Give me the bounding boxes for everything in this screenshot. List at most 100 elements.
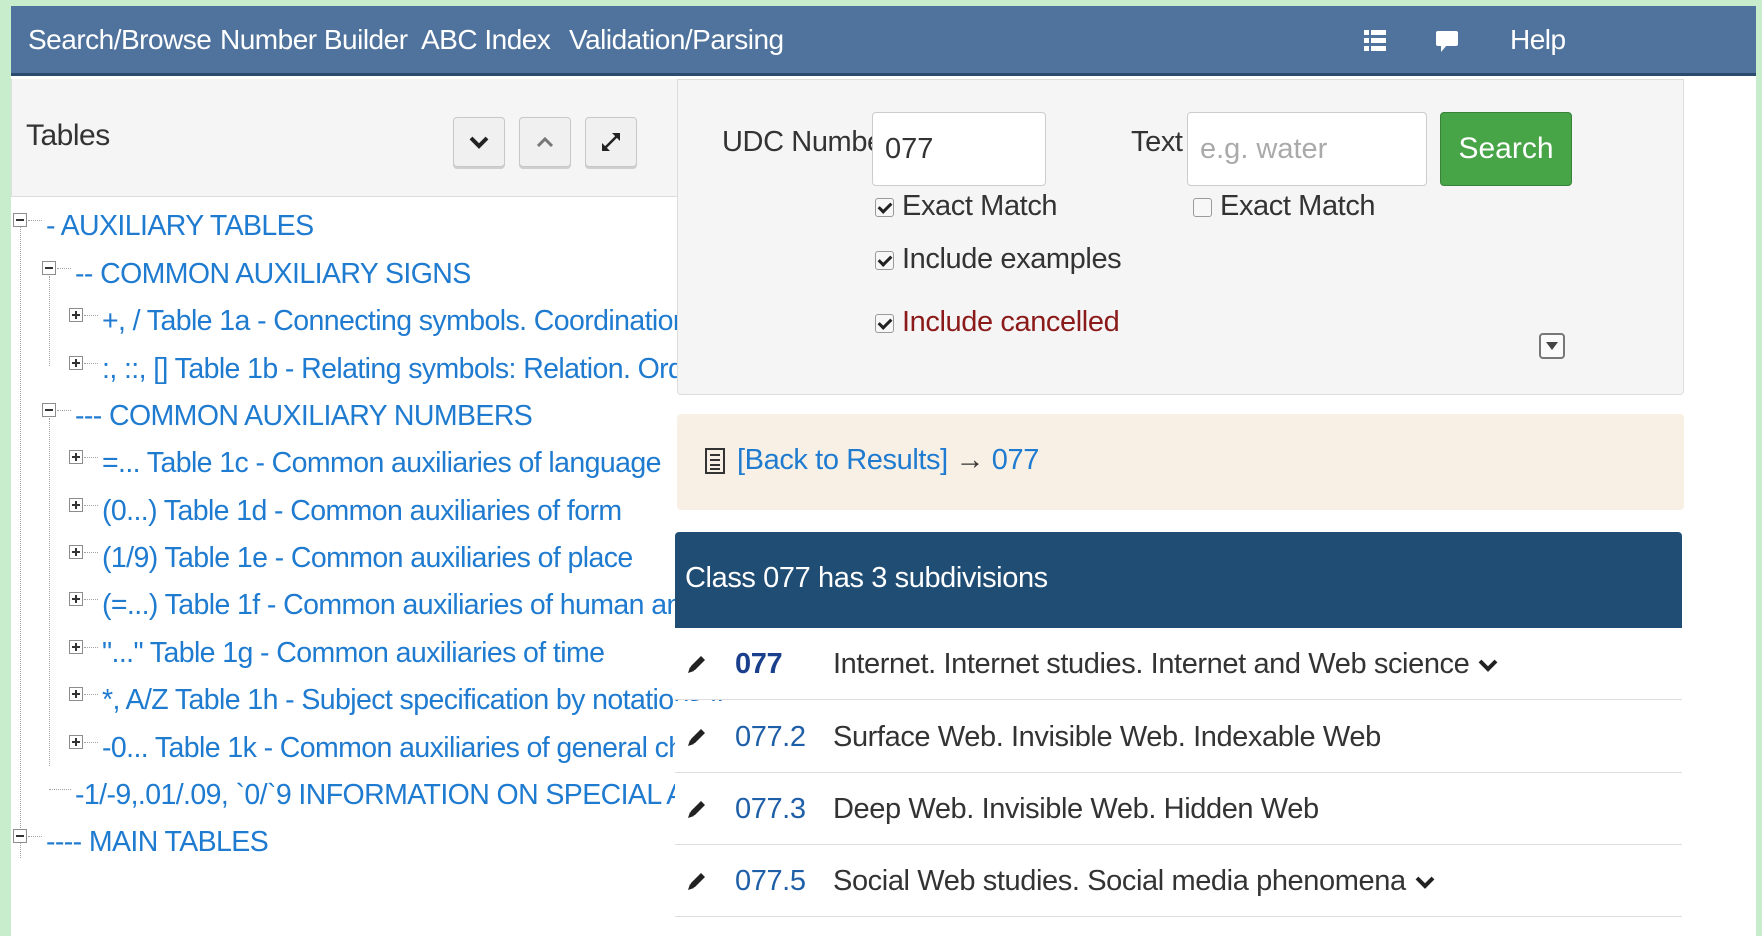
results-header-title: Class 077 has 3 subdivisions — [685, 562, 1048, 594]
udc-description-text: Deep Web. Invisible Web. Hidden Web — [833, 793, 1319, 825]
list-icon[interactable] — [1364, 28, 1386, 60]
options-dropdown-icon[interactable] — [1539, 333, 1565, 359]
tree-connector — [84, 647, 98, 648]
include-examples-checkbox[interactable] — [875, 251, 894, 270]
include-cancelled-checkbox[interactable] — [875, 314, 894, 333]
udc-description: Social Web studies. Social media phenome… — [833, 865, 1436, 899]
tree-node-label[interactable]: :, ::, [] Table 1b - Relating symbols: R… — [102, 353, 724, 386]
fullscreen-button[interactable] — [585, 117, 637, 167]
udc-number-input[interactable] — [872, 112, 1046, 186]
tree-node-label[interactable]: (1/9) Table 1e - Common auxiliaries of p… — [102, 542, 633, 575]
comment-icon[interactable] — [1436, 28, 1458, 60]
include-cancelled-label: Include cancelled — [902, 306, 1120, 338]
exact-match-udc-label: Exact Match — [902, 190, 1058, 222]
tree-connector — [28, 836, 42, 837]
tree-node-label[interactable]: ---- MAIN TABLES — [46, 826, 269, 859]
udc-code-link[interactable]: 077.3 — [735, 793, 806, 826]
tables-header: Tables — [11, 79, 722, 197]
tree-connector — [28, 220, 42, 221]
tree-connector — [57, 410, 71, 411]
search-panel: UDC Number Text Search Exact Match Exact… — [677, 79, 1684, 395]
tree-node-label[interactable]: -1/-9,.01/.09, `0/`9 INFORMATION ON SPEC… — [75, 779, 724, 812]
top-navbar: Search/Browse Number Builder ABC Index V… — [11, 6, 1756, 76]
udc-code-link[interactable]: 077 — [735, 648, 783, 681]
tree-connector — [49, 789, 71, 790]
exact-match-text-checkbox[interactable] — [1193, 198, 1212, 217]
tree-node: (0...) Table 1d - Common auxiliaries of … — [11, 489, 724, 533]
tree-node-label[interactable]: (0...) Table 1d - Common auxiliaries of … — [102, 495, 622, 528]
tree-node-label[interactable]: "..." Table 1g - Common auxiliaries of t… — [102, 637, 605, 670]
tree-node: (=...) Table 1f - Common auxiliaries of … — [11, 583, 724, 627]
nav-number-builder[interactable]: Number Builder — [220, 24, 408, 56]
expand-node-icon[interactable] — [69, 498, 83, 512]
text-search-input[interactable] — [1187, 112, 1427, 186]
tree-node-label[interactable]: (=...) Table 1f - Common auxiliaries of … — [102, 589, 724, 622]
chevron-down-icon — [469, 136, 489, 149]
breadcrumb-current-link[interactable]: 077 — [992, 444, 1040, 476]
chevron-down-icon[interactable] — [1414, 866, 1436, 899]
tree-node-label[interactable]: -- COMMON AUXILIARY SIGNS — [75, 258, 471, 291]
exact-match-text-label: Exact Match — [1220, 190, 1376, 222]
exact-match-udc-checkbox[interactable] — [875, 198, 894, 217]
table-row: 077.3 Deep Web. Invisible Web. Hidden We… — [675, 773, 1682, 845]
results-header: Class 077 has 3 subdivisions — [675, 532, 1682, 628]
expand-node-icon[interactable] — [69, 545, 83, 559]
tree-node: =... Table 1c - Common auxiliaries of la… — [11, 441, 724, 485]
collapse-node-icon[interactable] — [13, 829, 27, 843]
pencil-icon[interactable] — [685, 652, 709, 681]
back-to-results-link[interactable]: [Back to Results] — [737, 444, 948, 476]
expand-all-button[interactable] — [453, 117, 505, 167]
nav-help[interactable]: Help — [1510, 24, 1566, 56]
breadcrumb: [Back to Results] → 077 — [677, 414, 1684, 510]
expand-node-icon[interactable] — [69, 735, 83, 749]
tree-node: -0... Table 1k - Common auxiliaries of g… — [11, 726, 724, 770]
chevron-down-icon[interactable] — [1477, 649, 1499, 682]
collapse-node-icon[interactable] — [42, 261, 56, 275]
collapse-node-icon[interactable] — [42, 403, 56, 417]
tree-connector — [84, 505, 98, 506]
tree-node-label[interactable]: -0... Table 1k - Common auxiliaries of g… — [102, 732, 724, 765]
table-row: 077.5 Social Web studies. Social media p… — [675, 845, 1682, 917]
pencil-icon[interactable] — [685, 797, 709, 826]
tree-node: --- COMMON AUXILIARY NUMBERS — [11, 394, 724, 438]
udc-code-link[interactable]: 077.5 — [735, 865, 806, 898]
tree-node-label[interactable]: - AUXILIARY TABLES — [46, 210, 314, 243]
tree-node-label[interactable]: --- COMMON AUXILIARY NUMBERS — [75, 400, 533, 433]
udc-description-text: Surface Web. Invisible Web. Indexable We… — [833, 721, 1381, 753]
nav-validation-parsing[interactable]: Validation/Parsing — [569, 24, 784, 56]
chevron-up-icon — [536, 136, 554, 148]
expand-icon — [602, 133, 620, 151]
pencil-icon[interactable] — [685, 725, 709, 754]
table-row: 077 Internet. Internet studies. Internet… — [675, 628, 1682, 700]
text-label: Text — [1131, 126, 1183, 158]
list-alt-icon — [705, 448, 725, 479]
tree-node: - AUXILIARY TABLES — [11, 204, 724, 248]
udc-number-label: UDC Number — [722, 126, 893, 158]
udc-code-link[interactable]: 077.2 — [735, 721, 806, 754]
expand-node-icon[interactable] — [69, 687, 83, 701]
tree-node-label[interactable]: +, / Table 1a - Connecting symbols. Coor… — [102, 305, 724, 338]
tree-connector — [57, 268, 71, 269]
nav-abc-index[interactable]: ABC Index — [421, 24, 551, 56]
table-row: 077.2 Surface Web. Invisible Web. Indexa… — [675, 701, 1682, 773]
tree-node-label[interactable]: *, A/Z Table 1h - Subject specification … — [102, 684, 724, 717]
expand-node-icon[interactable] — [69, 592, 83, 606]
tree-connector — [84, 694, 98, 695]
pencil-icon[interactable] — [685, 869, 709, 898]
tree-connector — [84, 552, 98, 553]
tree-connector — [84, 315, 98, 316]
tree-node: "..." Table 1g - Common auxiliaries of t… — [11, 631, 724, 675]
nav-search-browse[interactable]: Search/Browse — [28, 24, 212, 56]
collapse-all-button[interactable] — [519, 117, 571, 167]
tree-node: :, ::, [] Table 1b - Relating symbols: R… — [11, 347, 724, 391]
collapse-node-icon[interactable] — [13, 213, 27, 227]
expand-node-icon[interactable] — [69, 308, 83, 322]
expand-node-icon[interactable] — [69, 450, 83, 464]
expand-node-icon[interactable] — [69, 640, 83, 654]
tables-panel: Tables - AUXILIARY TABLES -- COMMON AUXI… — [11, 79, 724, 936]
expand-node-icon[interactable] — [69, 356, 83, 370]
search-button[interactable]: Search — [1440, 112, 1572, 186]
tree-node-label[interactable]: =... Table 1c - Common auxiliaries of la… — [102, 447, 661, 480]
tree-node: +, / Table 1a - Connecting symbols. Coor… — [11, 299, 724, 343]
tree-node: *, A/Z Table 1h - Subject specification … — [11, 678, 724, 722]
